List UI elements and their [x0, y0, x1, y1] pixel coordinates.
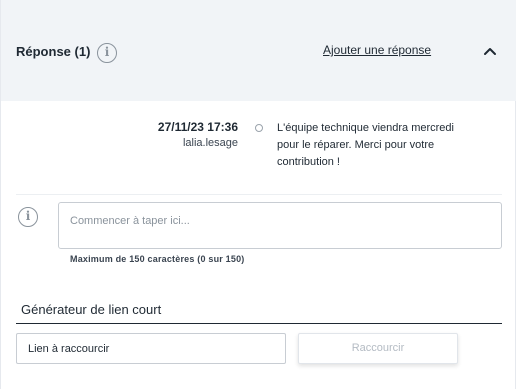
- response-header: Réponse (1) i Ajouter une réponse: [1, 0, 516, 101]
- short-link-title: Générateur de lien court: [21, 302, 162, 317]
- response-datetime: 27/11/23 17:36: [157, 120, 238, 134]
- timeline-dot-icon: [255, 124, 263, 132]
- info-icon[interactable]: i: [18, 207, 38, 227]
- add-response-link[interactable]: Ajouter une réponse: [323, 43, 431, 57]
- response-panel: Réponse (1) i Ajouter une réponse 27/11/…: [0, 0, 516, 389]
- title-underline: [16, 323, 502, 324]
- response-author: lalia.lesage: [182, 137, 238, 149]
- response-input[interactable]: [58, 202, 502, 249]
- chevron-up-icon[interactable]: [483, 45, 497, 57]
- info-icon[interactable]: i: [97, 43, 117, 63]
- response-text: L'équipe technique viendra mercredi pour…: [277, 122, 454, 168]
- response-count-title: Réponse (1): [16, 44, 91, 59]
- character-counter: Maximum de 150 caractères (0 sur 150): [70, 254, 245, 264]
- shorten-button[interactable]: Raccourcir: [298, 333, 458, 364]
- divider: [16, 194, 502, 195]
- link-to-shorten-input[interactable]: [16, 333, 286, 364]
